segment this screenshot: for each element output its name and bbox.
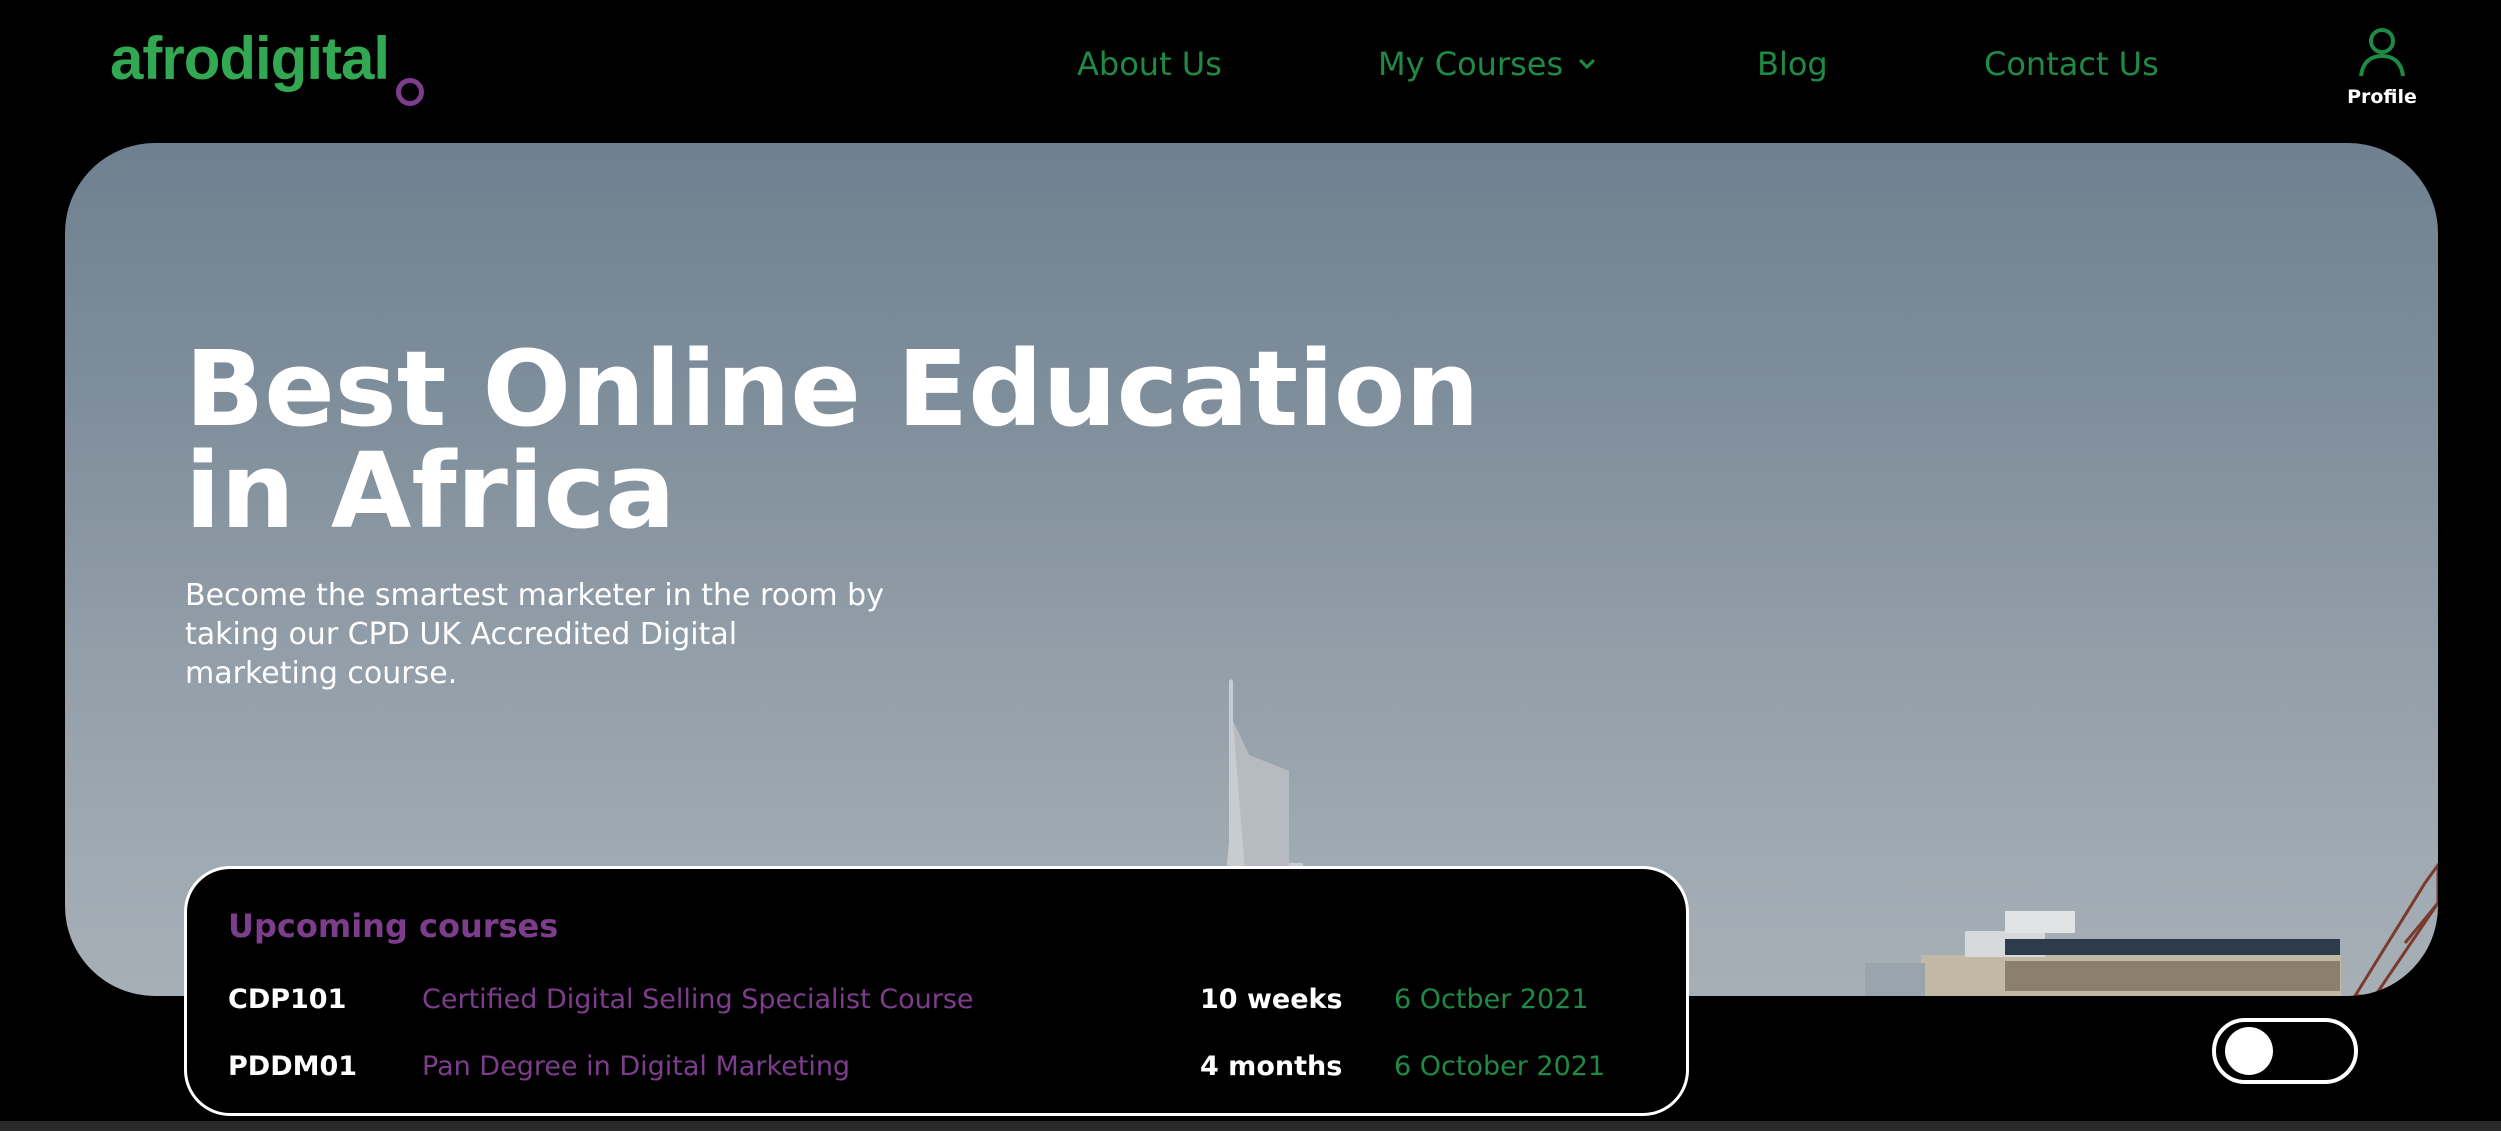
course-start-date: 6 October 2021 (1394, 1051, 1606, 1082)
nav-blog[interactable]: Blog (1757, 44, 1828, 84)
course-code: PDDM01 (228, 1051, 358, 1082)
course-duration: 10 weeks (1200, 984, 1343, 1015)
nav-my-courses-label: My Courses (1378, 45, 1564, 83)
upcoming-courses-card: Upcoming courses CDP101 Certified Digita… (184, 866, 1689, 1116)
bottom-divider (0, 1121, 2501, 1131)
course-duration: 4 months (1200, 1051, 1343, 1082)
course-name-link[interactable]: Pan Degree in Digital Marketing (422, 1047, 850, 1087)
course-start-date: 6 Octber 2021 (1394, 984, 1589, 1015)
toggle-knob (2225, 1027, 2273, 1075)
course-name-link[interactable]: Certified Digital Selling Specialist Cou… (422, 980, 974, 1020)
hero-title-line-2: in Africa (185, 430, 676, 552)
course-code: CDP101 (228, 984, 347, 1015)
upcoming-courses-title: Upcoming courses (228, 907, 559, 945)
nav-my-courses[interactable]: My Courses (1378, 44, 1597, 84)
profile-label: Profile (2347, 86, 2417, 108)
hero-subtitle: Become the smartest marketer in the room… (185, 578, 884, 691)
user-icon (2359, 28, 2405, 77)
hero-title: Best Online Education in Africa (185, 337, 1479, 543)
nav-about-us[interactable]: About Us (1077, 44, 1222, 84)
chevron-down-icon (1579, 58, 1596, 70)
theme-toggle-switch[interactable] (2212, 1018, 2358, 1084)
profile-button[interactable]: Profile (2345, 26, 2419, 108)
logo-text: afrodigital (110, 25, 390, 92)
nav-contact-us[interactable]: Contact Us (1984, 44, 2159, 84)
logo-ring-icon (396, 78, 424, 106)
